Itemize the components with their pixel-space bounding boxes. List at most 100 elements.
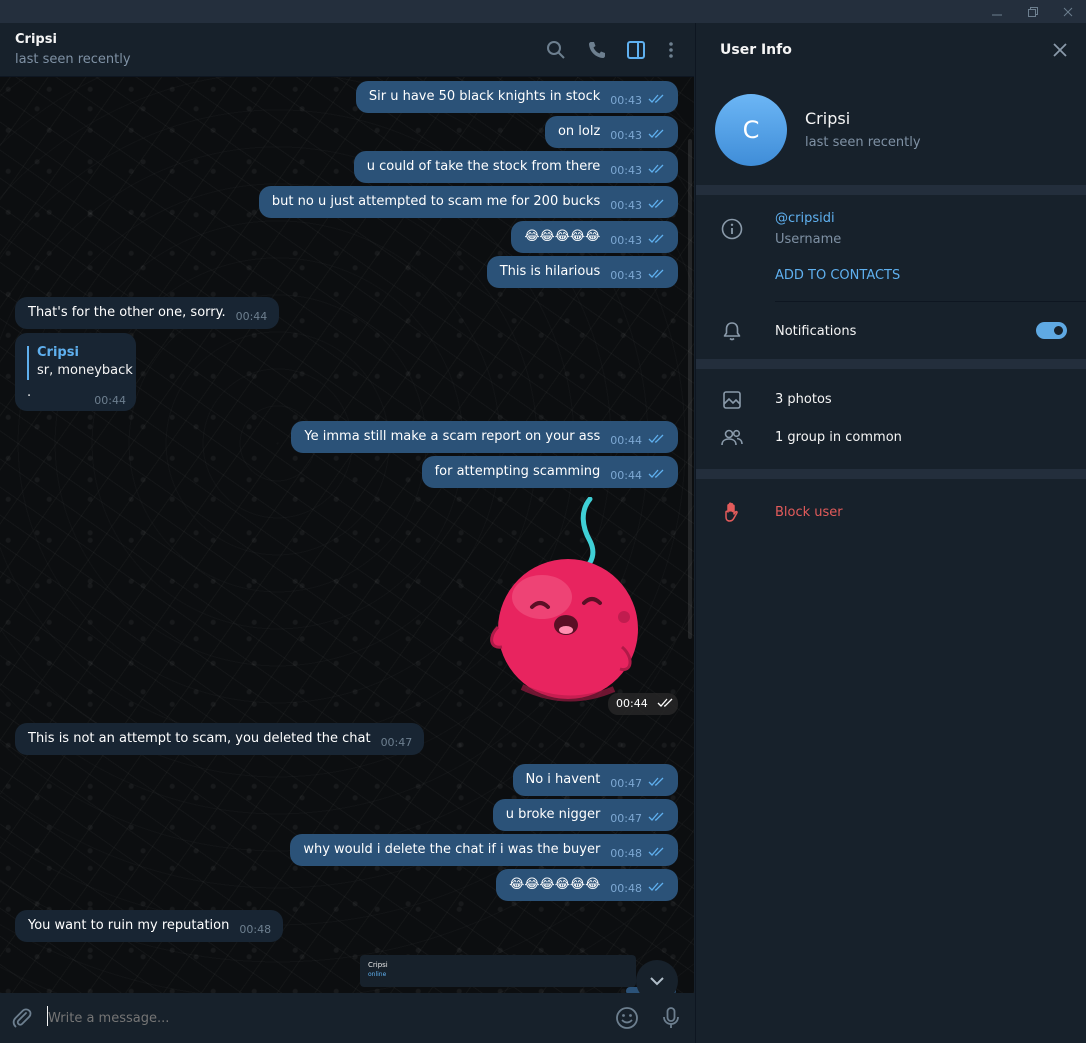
read-ticks-icon bbox=[648, 199, 664, 208]
emoji-button[interactable] bbox=[615, 1006, 639, 1030]
sidebar-toggle-button[interactable] bbox=[624, 38, 648, 62]
message-time: 00:44 bbox=[610, 434, 642, 447]
user-info-panel: User Info C Cripsi last seen recently @c… bbox=[695, 23, 1086, 1043]
message-list[interactable]: You want to ruin my reputation 00:48 😂😂😂😂😂… bbox=[0, 77, 694, 993]
message-text: Sir u have 50 black knights in stock bbox=[368, 89, 601, 104]
photos-link[interactable]: 3 photos bbox=[775, 392, 832, 407]
close-panel-button[interactable] bbox=[1050, 40, 1070, 60]
incoming-message[interactable]: This is not an attempt to scam, you dele… bbox=[15, 723, 425, 755]
chat-status: last seen recently bbox=[15, 52, 131, 67]
outgoing-message[interactable]: This is hilarious 00:43 bbox=[486, 256, 678, 288]
window-close-button[interactable] bbox=[1050, 0, 1086, 23]
message-text: You want to ruin my reputation bbox=[28, 918, 230, 933]
microphone-icon bbox=[663, 1007, 679, 1028]
call-button[interactable] bbox=[585, 38, 609, 62]
phone-icon bbox=[589, 42, 605, 58]
notifications-toggle[interactable] bbox=[1036, 322, 1067, 339]
message-time: 00:43 bbox=[610, 129, 642, 142]
section-divider bbox=[696, 359, 1086, 369]
outgoing-message[interactable]: u could of take the stock from there 00:4… bbox=[353, 151, 678, 183]
outgoing-message[interactable]: but no u just attempted to scam me for 2… bbox=[258, 186, 678, 218]
message-text: on lolz bbox=[557, 124, 601, 139]
smile-icon bbox=[616, 1007, 638, 1029]
read-ticks-icon bbox=[648, 777, 664, 786]
panel-title: User Info bbox=[720, 42, 792, 58]
maximize-button[interactable] bbox=[1015, 0, 1051, 23]
embedded-name: Cripsi bbox=[368, 961, 388, 969]
message-text: No i havent bbox=[525, 772, 601, 787]
reply-quoted-text: sr, moneyback bbox=[37, 363, 133, 378]
outgoing-message[interactable]: Sir u have 50 black knights in stock 00:4… bbox=[355, 81, 678, 113]
message-time: 00:43 bbox=[610, 269, 642, 282]
message-text: This is not an attempt to scam, you dele… bbox=[28, 731, 371, 746]
username-value[interactable]: @cripsidi bbox=[775, 211, 835, 226]
chat-title[interactable]: Cripsi bbox=[15, 32, 57, 47]
toggle-knob bbox=[1052, 324, 1065, 337]
groups-in-common-link[interactable]: 1 group in common bbox=[775, 430, 902, 445]
message-time: 00:44 bbox=[616, 697, 648, 710]
voice-button[interactable] bbox=[659, 1006, 683, 1030]
minimize-icon bbox=[992, 14, 1002, 15]
chevron-down-icon bbox=[650, 977, 664, 986]
row-divider bbox=[775, 301, 1086, 302]
read-ticks-icon bbox=[648, 94, 664, 103]
search-button[interactable] bbox=[544, 38, 568, 62]
close-icon bbox=[1053, 43, 1067, 57]
group-icon bbox=[720, 426, 744, 450]
photo-icon bbox=[720, 388, 744, 412]
outgoing-message[interactable]: on lolz 00:43 bbox=[544, 116, 678, 148]
outgoing-message[interactable]: Ye imma still make a scam report on your… bbox=[291, 421, 678, 453]
read-ticks-icon bbox=[657, 698, 673, 707]
message-input[interactable] bbox=[48, 1007, 588, 1029]
message-time: 00:44 bbox=[610, 469, 642, 482]
outgoing-message[interactable]: for attempting scamming 00:44 bbox=[421, 456, 678, 488]
reply-message[interactable]: Cripsi sr, moneyback . 00:44 bbox=[15, 333, 136, 411]
avatar[interactable]: C bbox=[715, 94, 787, 166]
read-ticks-icon bbox=[648, 469, 664, 478]
info-icon bbox=[720, 217, 744, 241]
message-text: 😂😂😂😂😂 bbox=[524, 229, 601, 244]
more-vertical-icon bbox=[669, 42, 673, 58]
section-divider bbox=[696, 469, 1086, 479]
message-time: 00:48 bbox=[610, 847, 642, 860]
paperclip-icon bbox=[12, 1008, 32, 1028]
message-text: for attempting scamming bbox=[434, 464, 601, 479]
sidebar-icon bbox=[627, 41, 645, 59]
message-text: Ye imma still make a scam report on your… bbox=[304, 429, 601, 444]
outgoing-message[interactable]: No i havent 00:47 bbox=[512, 764, 678, 796]
read-ticks-icon bbox=[648, 882, 664, 891]
attach-button[interactable] bbox=[10, 1006, 34, 1030]
embedded-screenshot[interactable]: Cripsi online bbox=[360, 955, 636, 987]
outgoing-message[interactable]: 😂😂😂😂😂😂 00:48 bbox=[496, 869, 678, 901]
read-ticks-icon bbox=[648, 434, 664, 443]
message-text: This is hilarious bbox=[499, 264, 601, 279]
message-text: but no u just attempted to scam me for 2… bbox=[271, 194, 601, 209]
add-to-contacts-button[interactable]: ADD TO CONTACTS bbox=[775, 268, 900, 283]
message-text: That's for the other one, sorry. bbox=[28, 305, 226, 320]
message-time: 00:47 bbox=[380, 736, 413, 749]
chat-scrollbar[interactable] bbox=[688, 139, 692, 639]
outgoing-message[interactable]: 😂😂😂😂😂 00:43 bbox=[511, 221, 678, 253]
scroll-to-bottom-button[interactable] bbox=[636, 960, 678, 993]
reply-quote-bar bbox=[27, 346, 29, 380]
block-user-button[interactable]: Block user bbox=[775, 505, 843, 520]
message-time: 00:48 bbox=[610, 882, 642, 895]
minimize-button[interactable] bbox=[979, 0, 1015, 23]
message-time: 00:43 bbox=[610, 94, 642, 107]
outgoing-message[interactable]: why would i delete the chat if i was the… bbox=[290, 834, 678, 866]
search-icon bbox=[547, 41, 565, 59]
incoming-message[interactable]: You want to ruin my reputation 00:48 bbox=[15, 910, 284, 942]
cherry-sticker[interactable] bbox=[482, 497, 652, 707]
section-divider bbox=[696, 185, 1086, 195]
notifications-label: Notifications bbox=[775, 324, 857, 339]
message-time: 00:44 bbox=[94, 394, 126, 407]
reply-sender[interactable]: Cripsi bbox=[37, 345, 79, 360]
incoming-message[interactable]: That's for the other one, sorry. 00:44 bbox=[15, 297, 280, 329]
message-time: 00:44 bbox=[235, 310, 268, 323]
profile-name: Cripsi bbox=[805, 109, 851, 128]
read-ticks-icon bbox=[648, 234, 664, 243]
more-button[interactable] bbox=[659, 38, 683, 62]
read-ticks-icon bbox=[648, 164, 664, 173]
outgoing-message[interactable]: u broke nigger 00:47 bbox=[492, 799, 678, 831]
message-time: 00:43 bbox=[610, 234, 642, 247]
